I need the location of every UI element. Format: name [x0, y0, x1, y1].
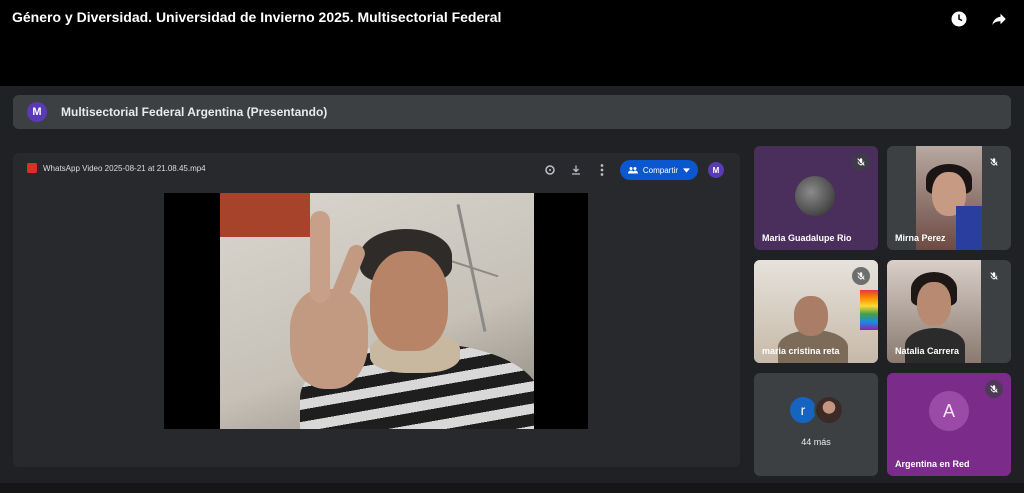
share-label: Compartir: [642, 165, 678, 175]
people-icon: [627, 167, 638, 174]
participant-name: maria cristina reta: [762, 346, 840, 356]
yt-controls: [948, 8, 1010, 30]
file-name: WhatsApp Video 2025-08-21 at 21.08.45.mp…: [43, 163, 206, 173]
chevron-down-icon: [683, 167, 690, 173]
video-file-icon: [27, 163, 37, 173]
participant-tile[interactable]: Maria Guadalupe Rio: [754, 146, 878, 250]
participant-name: Argentina en Red: [895, 459, 970, 469]
download-icon[interactable]: [568, 162, 584, 178]
mic-off-icon: [985, 267, 1003, 285]
avatar: [795, 176, 835, 216]
more-participants-tile[interactable]: r 44 más: [754, 373, 878, 476]
yt-title: Género y Diversidad. Universidad de Invi…: [12, 9, 502, 25]
more-count: 44 más: [801, 437, 831, 447]
presenter-avatar: M: [27, 102, 47, 122]
settings-icon[interactable]: [542, 162, 558, 178]
share-button[interactable]: Compartir: [619, 160, 698, 180]
avatar: A: [929, 391, 969, 431]
more-vert-icon[interactable]: [594, 162, 610, 178]
participant-tile[interactable]: maria cristina reta: [754, 260, 878, 363]
avatar: [814, 395, 844, 425]
presenting-banner: M Multisectorial Federal Argentina (Pres…: [13, 95, 1011, 129]
video-content: [220, 193, 534, 429]
participant-tile[interactable]: Mirna Perez: [887, 146, 1011, 250]
file-bar: WhatsApp Video 2025-08-21 at 21.08.45.mp…: [27, 163, 206, 173]
mic-off-icon: [852, 267, 870, 285]
presentation-tools: Compartir M: [542, 160, 724, 180]
participant-name: Mirna Perez: [895, 233, 946, 243]
mic-off-icon: [852, 153, 870, 171]
self-avatar[interactable]: M: [708, 162, 724, 178]
presentation-panel: WhatsApp Video 2025-08-21 at 21.08.45.mp…: [13, 153, 740, 467]
participant-name: Maria Guadalupe Rio: [762, 233, 852, 243]
bottom-bar: [0, 483, 1024, 493]
mic-off-icon: [985, 153, 1003, 171]
shared-video[interactable]: [164, 193, 588, 429]
share-icon[interactable]: [988, 8, 1010, 30]
avatar-stack: r: [754, 395, 878, 425]
meet-window: M Multisectorial Federal Argentina (Pres…: [0, 86, 1024, 493]
participant-tile[interactable]: Natalia Carrera: [887, 260, 1011, 363]
presenting-text: Multisectorial Federal Argentina (Presen…: [61, 105, 328, 119]
mic-off-icon: [985, 380, 1003, 398]
watch-later-icon[interactable]: [948, 8, 970, 30]
participant-tile[interactable]: A Argentina en Red: [887, 373, 1011, 476]
participant-name: Natalia Carrera: [895, 346, 960, 356]
